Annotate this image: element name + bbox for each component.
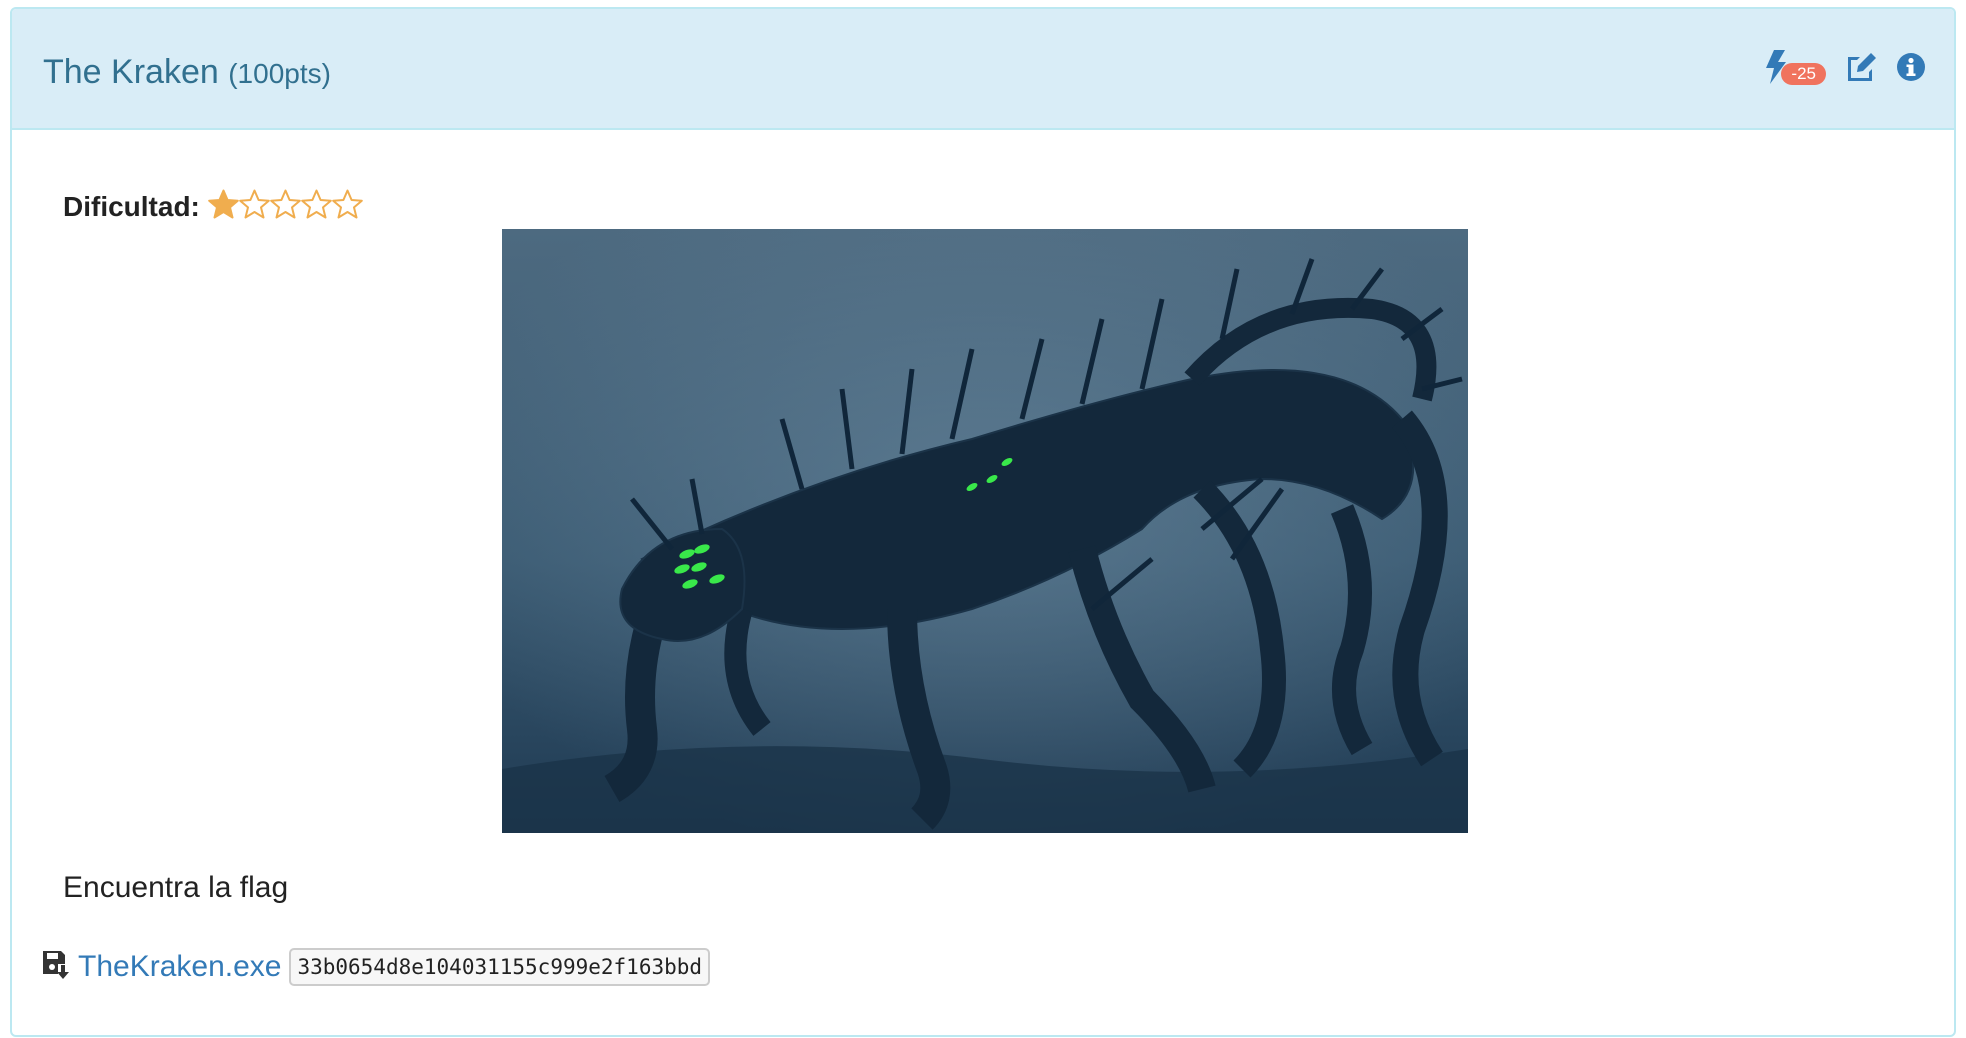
file-download-icon [42, 950, 70, 985]
edit-button[interactable] [1844, 51, 1878, 88]
challenge-panel: The Kraken (100pts) -25 Dificultad: Encu… [10, 7, 1956, 1037]
kraken-image [502, 229, 1468, 833]
challenge-points: (100pts) [228, 58, 331, 89]
first-blood-button[interactable]: -25 [1765, 49, 1826, 89]
challenge-name: The Kraken [43, 53, 219, 91]
info-circle-icon [1896, 52, 1926, 87]
challenge-body: Dificultad: Encuentra la flag TheKraken.… [12, 130, 1954, 1035]
star-outline-icon [239, 189, 270, 220]
star-filled-icon [208, 189, 239, 220]
difficulty-label: Dificultad: [63, 191, 200, 222]
edit-icon [1844, 51, 1878, 88]
file-hash: 33b0654d8e104031155c999e2f163bbd [289, 948, 711, 986]
file-row: TheKraken.exe 33b0654d8e104031155c999e2f… [42, 945, 711, 989]
penalty-badge: -25 [1781, 63, 1826, 85]
file-download-link[interactable]: TheKraken.exe [78, 950, 281, 984]
info-button[interactable] [1896, 52, 1926, 87]
star-outline-icon [332, 189, 363, 220]
star-outline-icon [301, 189, 332, 220]
challenge-description: Encuentra la flag [63, 871, 289, 904]
difficulty-stars [208, 189, 363, 225]
star-outline-icon [270, 189, 301, 220]
difficulty-row: Dificultad: [63, 187, 363, 227]
header-actions: -25 [1765, 49, 1926, 89]
challenge-title: The Kraken (100pts) [43, 52, 331, 94]
challenge-header: The Kraken (100pts) -25 [12, 9, 1954, 130]
